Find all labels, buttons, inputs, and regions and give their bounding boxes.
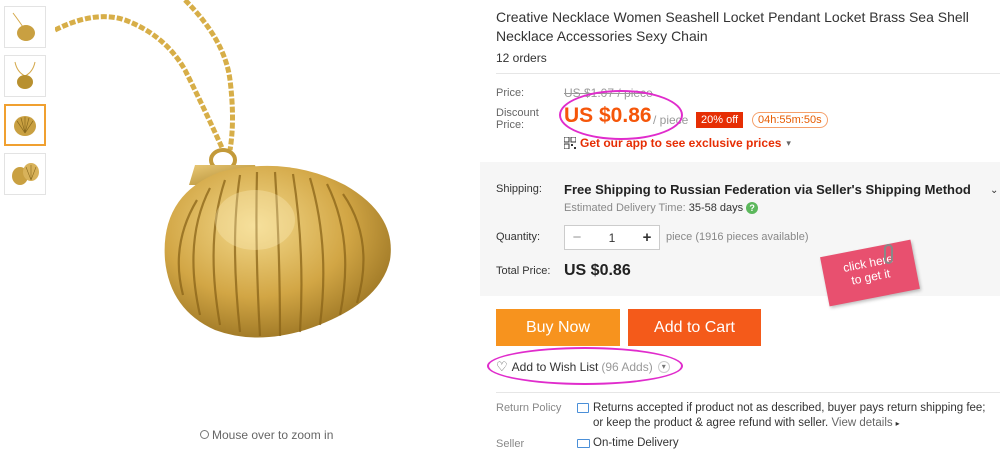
- thumbnail-strip: [4, 6, 48, 202]
- thumbnail-1[interactable]: [4, 6, 46, 48]
- discount-price-label: Discount Price:: [496, 107, 539, 131]
- chevron-down-icon[interactable]: ⌄: [990, 185, 998, 196]
- zoom-hint-text: Mouse over to zoom in: [212, 428, 334, 442]
- annotation-circle-wishlist: [487, 347, 683, 385]
- quantity-input[interactable]: 1: [589, 231, 635, 245]
- delivery-estimate-label: Estimated Delivery Time:: [564, 202, 686, 214]
- app-promo-link[interactable]: Get our app to see exclusive prices ▾: [564, 136, 791, 150]
- annotation-circle-price: [559, 90, 683, 140]
- return-policy-label: Return Policy: [496, 402, 562, 414]
- return-policy-description: Returns accepted if product not as descr…: [593, 402, 986, 429]
- discount-badge: 20% off: [696, 112, 744, 128]
- quantity-stepper: − 1 +: [564, 225, 660, 250]
- buy-now-button[interactable]: Buy Now: [496, 309, 620, 346]
- countdown-timer: 04h:55m:50s: [752, 112, 828, 128]
- total-price: US $0.86: [564, 262, 631, 279]
- add-to-cart-button[interactable]: Add to Cart: [628, 309, 761, 346]
- magnifier-icon: [200, 430, 209, 439]
- quantity-label: Quantity:: [496, 231, 541, 243]
- divider: [496, 73, 1000, 74]
- shipping-label: Shipping:: [496, 183, 542, 195]
- seller-label: Seller: [496, 438, 525, 450]
- delivery-estimate: Estimated Delivery Time: 35-58 days?: [564, 202, 759, 214]
- return-policy-text: Returns accepted if product not as descr…: [593, 401, 988, 431]
- zoom-hint: Mouse over to zoom in: [200, 428, 333, 442]
- order-count[interactable]: 12 orders: [496, 51, 547, 65]
- qr-code-icon: [564, 137, 576, 149]
- delivery-truck-icon: [577, 439, 590, 448]
- divider: [496, 392, 1000, 393]
- return-policy-icon: [577, 403, 589, 413]
- help-icon[interactable]: ?: [746, 202, 759, 214]
- chevron-right-icon: ▸: [895, 419, 900, 428]
- thumbnail-3[interactable]: [4, 104, 46, 146]
- view-details-link[interactable]: View details: [831, 417, 892, 429]
- seller-guarantee: On-time Delivery: [593, 437, 679, 449]
- product-detail-panel: Creative Necklace Women Seashell Locket …: [480, 0, 1000, 452]
- thumbnail-2[interactable]: [4, 55, 46, 97]
- chevron-down-icon: ▾: [786, 137, 791, 148]
- app-promo-text: Get our app to see exclusive prices: [580, 136, 782, 150]
- quantity-decrease-button[interactable]: −: [565, 229, 589, 246]
- delivery-estimate-value: 35-58 days: [688, 202, 744, 214]
- thumbnail-4[interactable]: [4, 153, 46, 195]
- product-main-image[interactable]: [55, 0, 475, 425]
- quantity-increase-button[interactable]: +: [635, 229, 659, 246]
- quantity-available: piece (1916 pieces available): [666, 231, 809, 243]
- shipping-method[interactable]: Free Shipping to Russian Federation via …: [564, 182, 971, 197]
- price-label: Price:: [496, 87, 525, 99]
- total-price-label: Total Price:: [496, 265, 551, 277]
- product-title: Creative Necklace Women Seashell Locket …: [496, 9, 969, 44]
- paperclip-icon: [884, 244, 893, 264]
